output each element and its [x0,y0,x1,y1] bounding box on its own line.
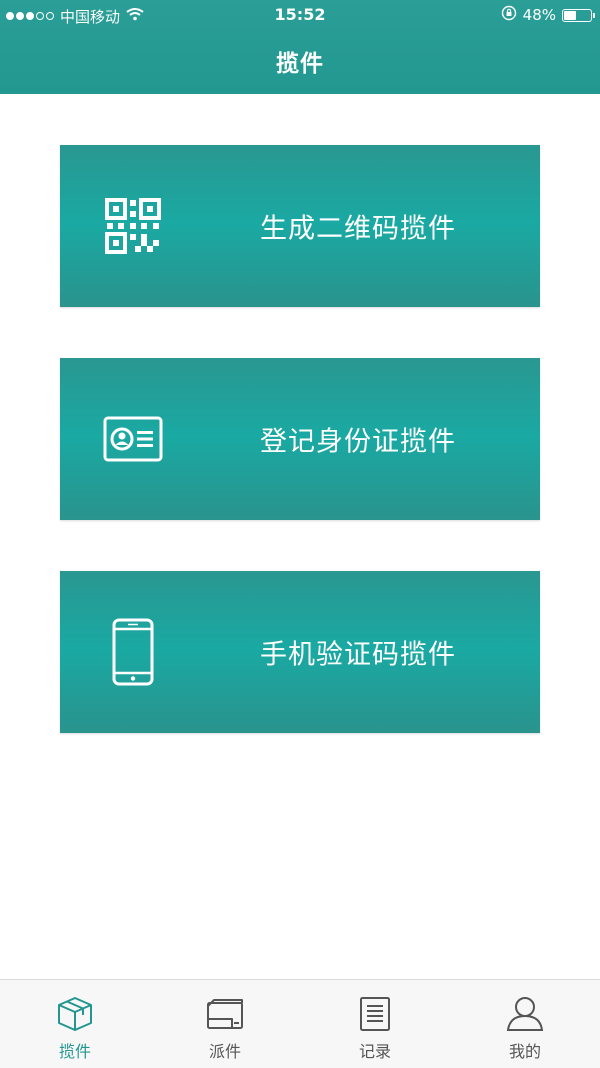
orientation-lock-icon [501,5,517,25]
user-profile-icon [505,996,545,1032]
qr-code-collect-button[interactable]: 生成二维码揽件 [60,145,540,307]
status-right: 48% [501,5,595,25]
tab-records[interactable]: 记录 [300,980,450,1068]
battery-percent: 48% [522,6,556,24]
mobile-code-collect-label: 手机验证码揽件 [260,639,456,671]
tab-mine[interactable]: 我的 [450,980,600,1068]
mobile-phone-icon [102,617,164,687]
tab-mine-label: 我的 [508,1042,541,1061]
qr-code-collect-label: 生成二维码揽件 [260,213,456,245]
id-card-icon [102,404,164,474]
tab-records-label: 记录 [358,1042,391,1061]
collect-method-list: 生成二维码揽件 登记身份证揽件 手机验证码揽件 [60,145,540,784]
mobile-code-collect-button[interactable]: 手机验证码揽件 [60,571,540,733]
tab-collect[interactable]: 揽件 [0,980,150,1068]
battery-level-fill [564,10,576,20]
record-list-icon [355,996,395,1032]
battery-icon [562,8,595,22]
status-bar: 中国移动 15:52 48% [0,0,600,32]
package-box-icon [55,996,95,1032]
page-title: 揽件 [276,51,324,77]
app-header: 中国移动 15:52 48% 揽件 [0,0,600,94]
qr-code-icon [102,191,164,261]
bottom-tab-bar: 揽件 派件 记录 我的 [0,979,600,1068]
id-card-collect-label: 登记身份证揽件 [260,426,456,458]
tab-dispatch[interactable]: 派件 [150,980,300,1068]
tab-dispatch-label: 派件 [208,1042,241,1061]
tab-collect-label: 揽件 [58,1042,91,1061]
delivery-tray-icon [205,996,245,1032]
id-card-collect-button[interactable]: 登记身份证揽件 [60,358,540,520]
